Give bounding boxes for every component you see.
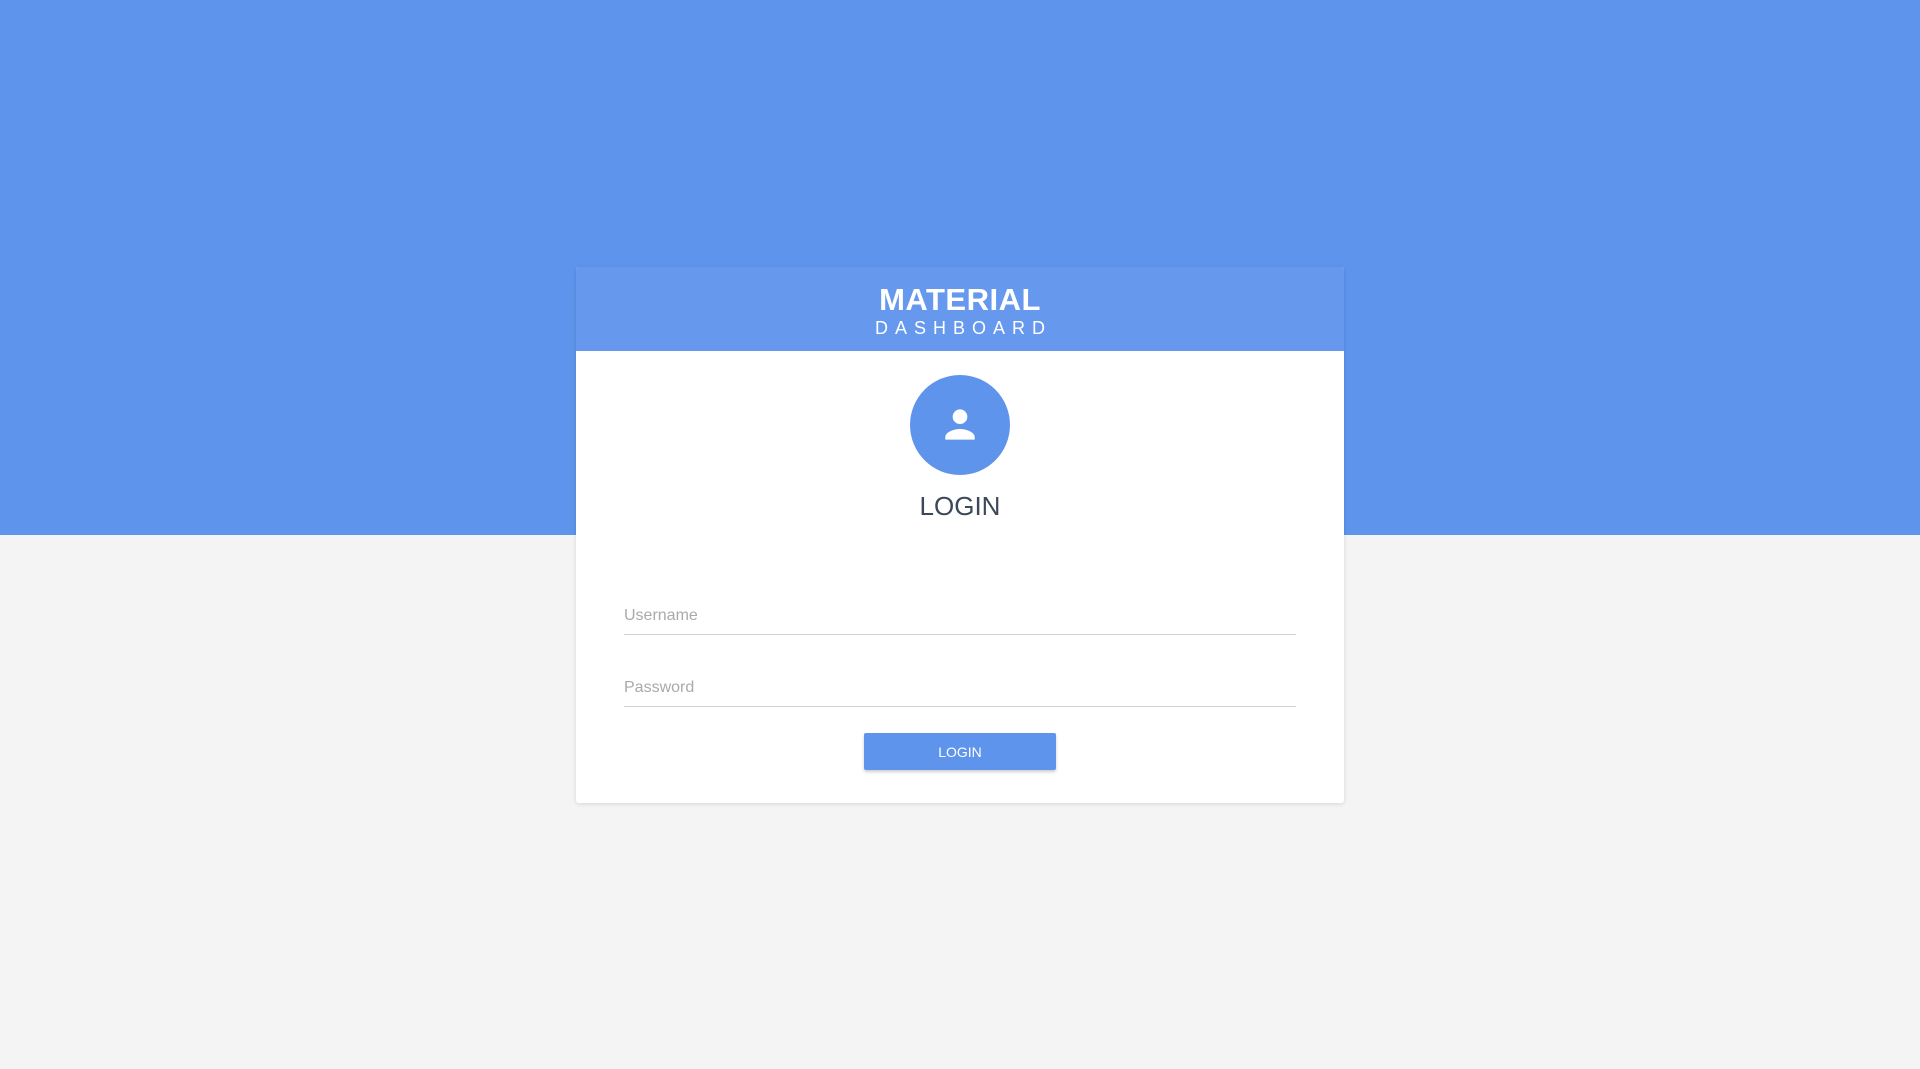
brand-subtitle: DASHBOARD bbox=[874, 318, 1053, 338]
login-button[interactable]: LOGIN bbox=[864, 733, 1056, 770]
username-input[interactable] bbox=[624, 598, 1296, 635]
avatar bbox=[910, 375, 1010, 475]
login-heading: LOGIN bbox=[919, 491, 1001, 521]
login-card: MATERIAL DASHBOARD LOGIN LOGIN bbox=[576, 267, 1344, 803]
card-header: MATERIAL DASHBOARD bbox=[576, 267, 1344, 351]
brand-title: MATERIAL bbox=[879, 282, 1041, 317]
password-input[interactable] bbox=[624, 670, 1296, 707]
user-icon bbox=[945, 409, 975, 440]
